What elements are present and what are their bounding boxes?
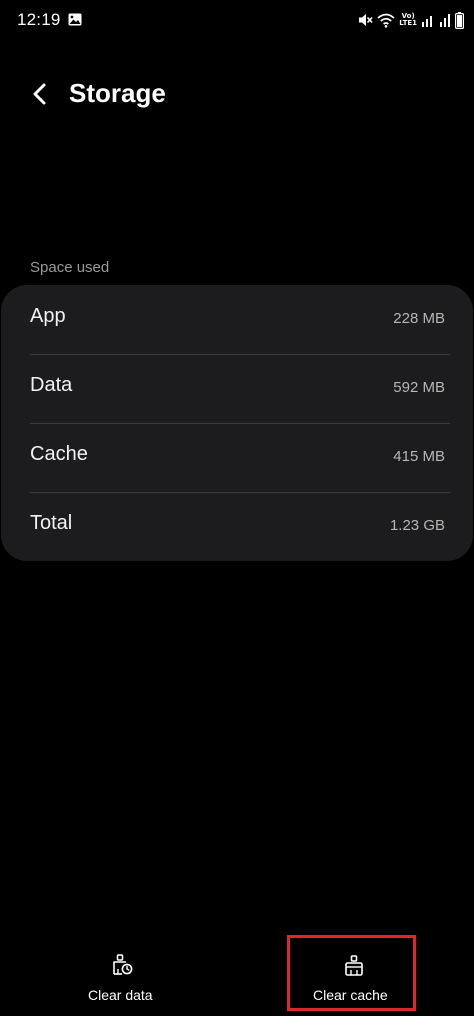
row-value: 1.23 GB (389, 517, 445, 534)
signal-icon-2 (440, 14, 450, 27)
gallery-icon (68, 13, 82, 26)
clear-data-label: Clear data (88, 987, 153, 1003)
section-label-space-used: Space used (30, 259, 110, 276)
storage-row-data: Data 592 MB (30, 354, 450, 423)
mute-icon (359, 14, 373, 26)
wifi-icon (377, 13, 395, 28)
battery-icon (455, 11, 464, 29)
storage-row-cache: Cache 415 MB (30, 423, 450, 492)
volte-indicator: Vo) LTE1 (399, 13, 417, 27)
row-value: 228 MB (393, 310, 445, 327)
page-title: Storage (69, 78, 166, 108)
back-button[interactable] (22, 76, 58, 112)
storage-card: App 228 MB Data 592 MB Cache 415 MB Tota… (1, 285, 473, 561)
row-value: 415 MB (393, 448, 445, 465)
status-bar: 12:19 Vo) LTE1 (0, 0, 474, 40)
bottom-action-bar: Clear data Clear cache (0, 935, 474, 1016)
row-label: Cache (30, 443, 88, 465)
clear-data-button[interactable]: Clear data (60, 935, 180, 1011)
storage-row-total: Total 1.23 GB (30, 492, 450, 561)
clear-cache-icon (345, 955, 363, 976)
lte-label: LTE1 (399, 19, 417, 27)
chevron-left-icon (33, 83, 46, 105)
clear-cache-button[interactable]: Clear cache (287, 935, 416, 1011)
storage-row-app: App 228 MB (30, 285, 450, 354)
row-label: App (30, 305, 66, 327)
status-icons: Vo) LTE1 (357, 11, 464, 29)
clear-data-icon (113, 954, 133, 975)
row-label: Total (30, 512, 73, 534)
row-label: Data (30, 374, 73, 396)
row-value: 592 MB (393, 379, 445, 396)
status-time: 12:19 (17, 10, 61, 29)
signal-icon (422, 16, 432, 27)
app-header: Storage (0, 70, 474, 118)
clear-cache-label: Clear cache (313, 987, 388, 1003)
